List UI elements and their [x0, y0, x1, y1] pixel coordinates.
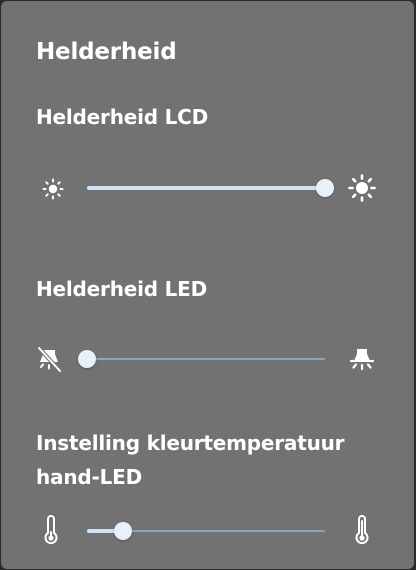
lcd-brightness-slider[interactable]: [87, 178, 334, 198]
thermometer-low-icon: [36, 515, 66, 545]
slider-track: [87, 358, 325, 360]
bulb-off-icon: [34, 344, 64, 374]
slider-thumb[interactable]: [114, 522, 132, 540]
color-temperature-slider[interactable]: [87, 521, 325, 541]
slider-thumb[interactable]: [316, 179, 334, 197]
brightness-panel: Helderheid Helderheid LCD Helderheid LED…: [1, 1, 414, 569]
color-temperature-label-line2: hand-LED: [36, 465, 142, 489]
panel-title: Helderheid: [36, 39, 177, 65]
led-brightness-slider[interactable]: [78, 349, 325, 369]
bulb-on-icon: [347, 344, 377, 374]
thermometer-high-icon: [347, 515, 377, 545]
lcd-brightness-label: Helderheid LCD: [36, 105, 209, 129]
led-brightness-label: Helderheid LED: [36, 277, 208, 301]
color-temperature-label-line1: Instelling kleurtemperatuur: [36, 431, 345, 455]
slider-thumb[interactable]: [78, 350, 96, 368]
slider-fill: [87, 186, 325, 190]
sun-large-icon: [347, 173, 377, 203]
sun-small-icon: [38, 174, 68, 204]
